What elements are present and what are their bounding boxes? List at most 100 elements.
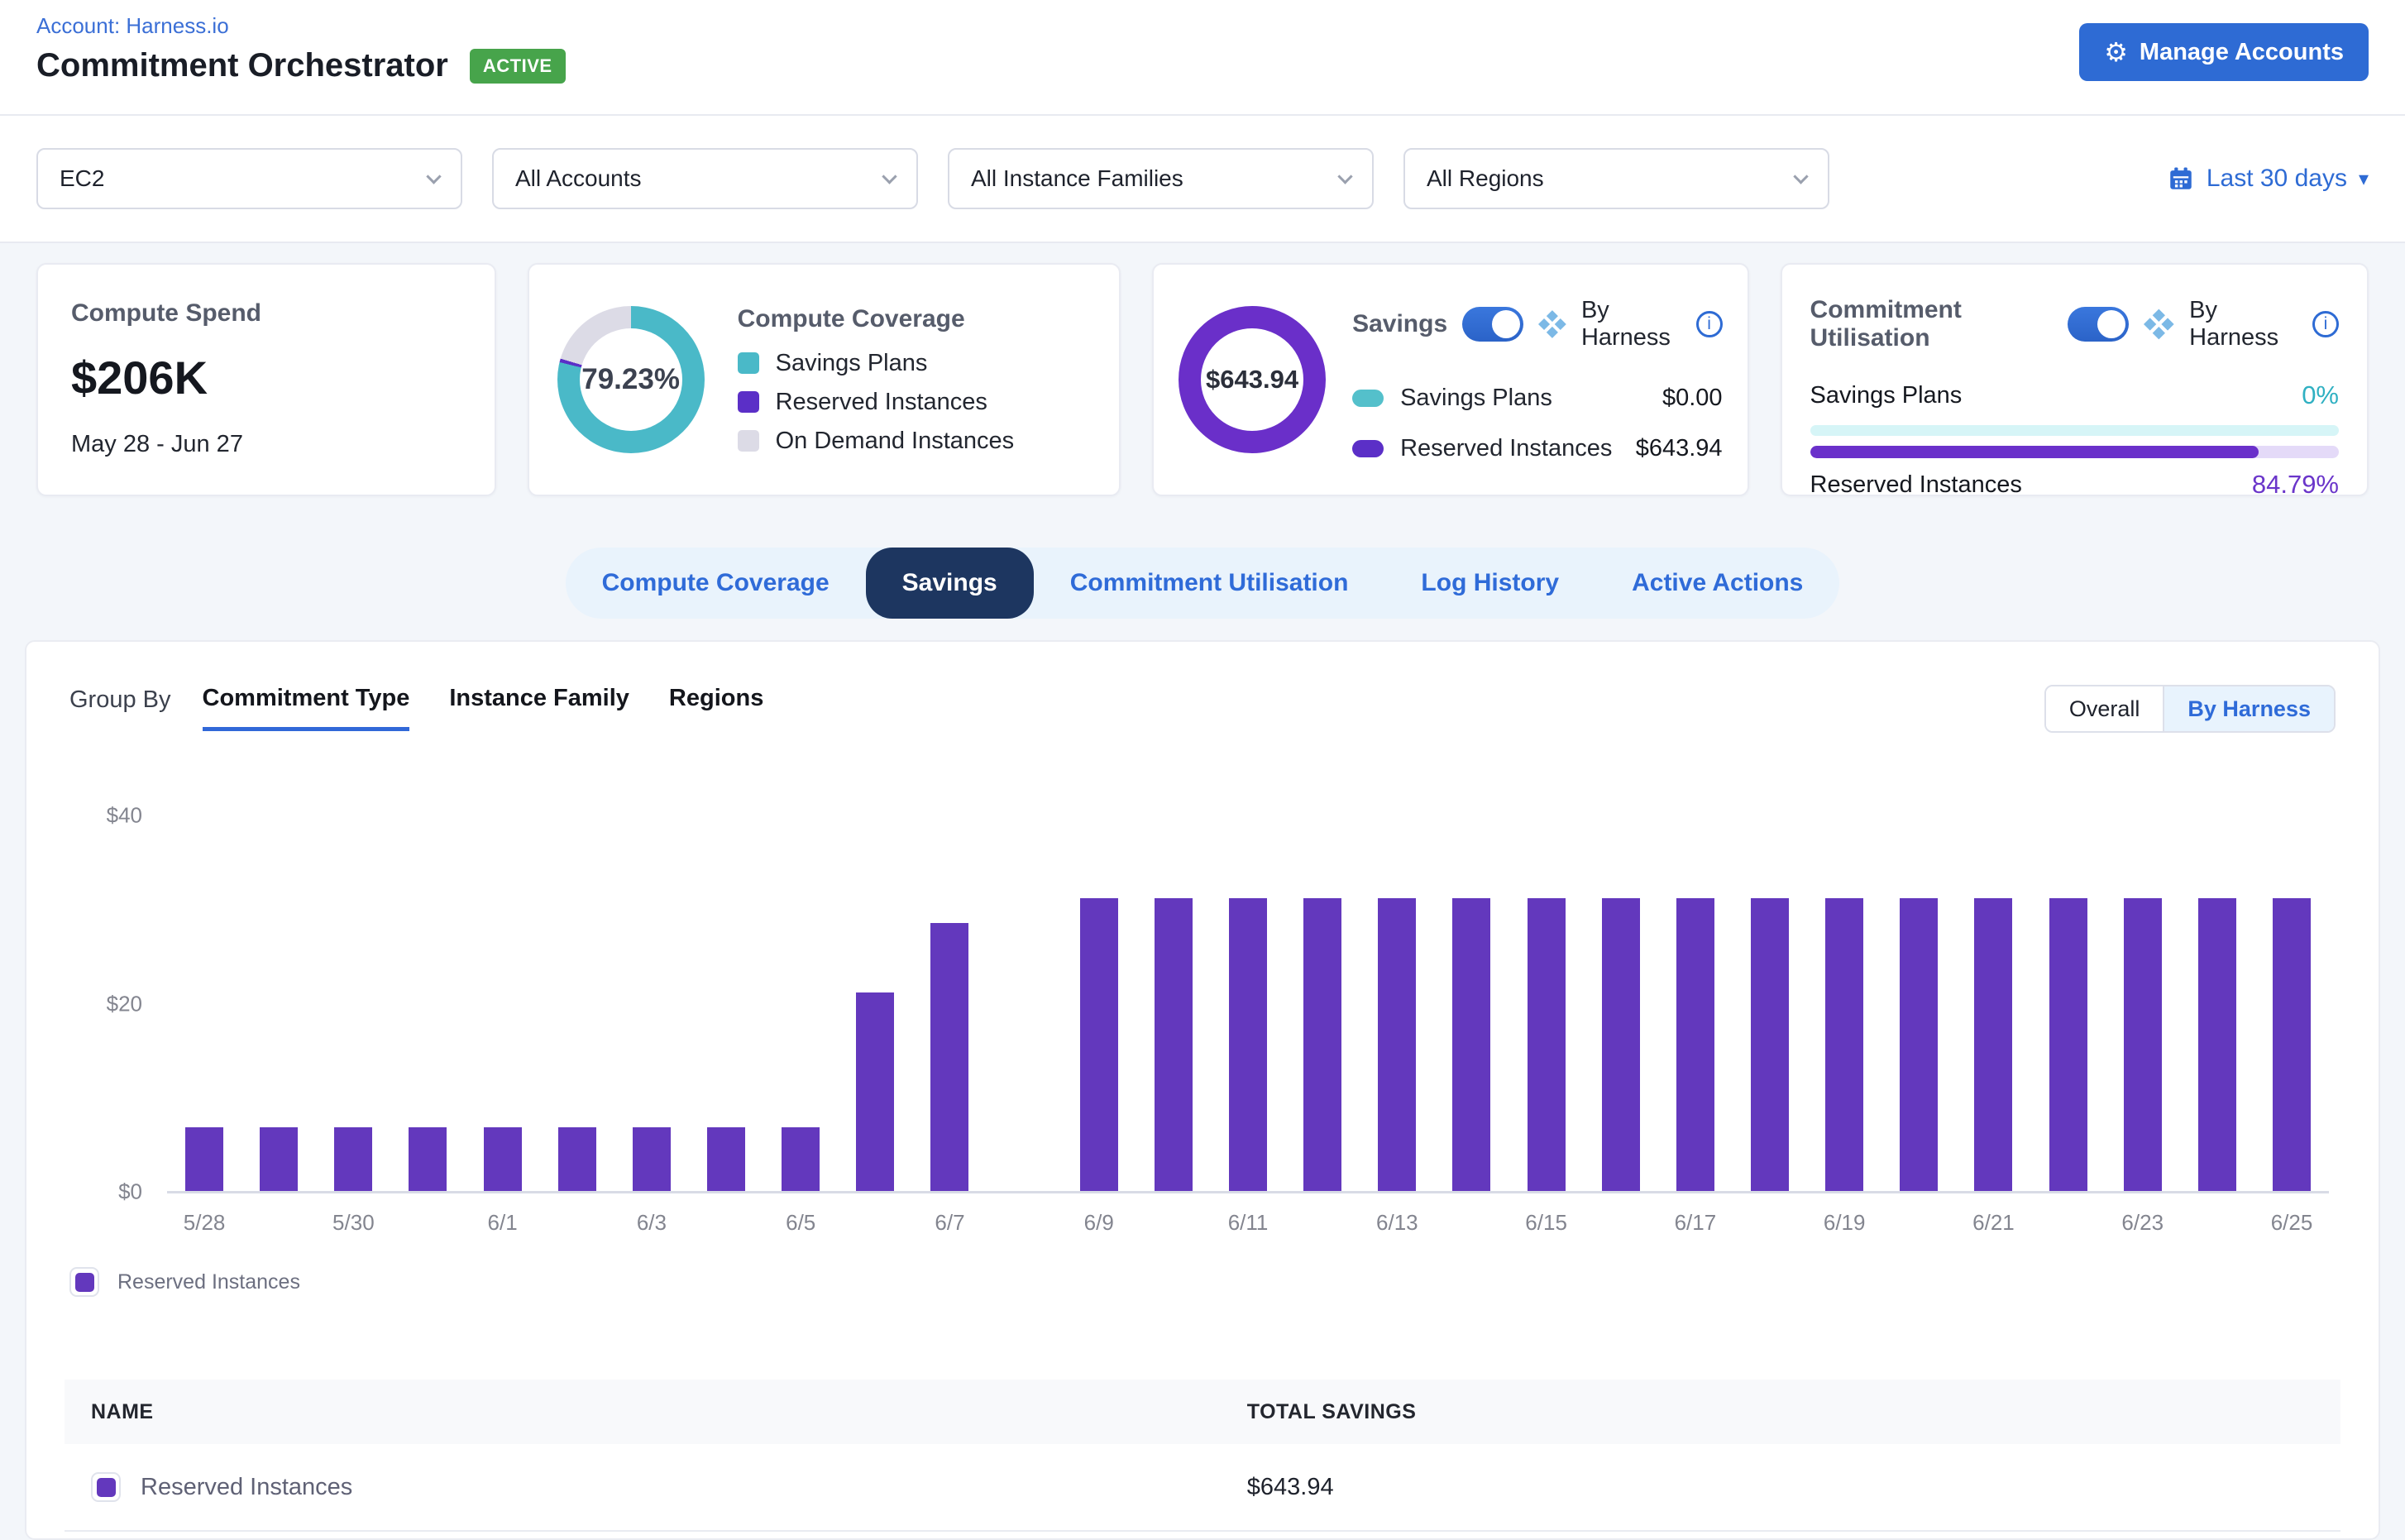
chart-bar[interactable] [1229,898,1267,1192]
x-axis-tick: 5/30 [316,1210,390,1236]
x-axis-tick [1881,1210,1956,1236]
tab-log-history[interactable]: Log History [1384,548,1595,619]
tab-commitment-utilisation[interactable]: Commitment Utilisation [1034,548,1385,619]
view-toggle-by-harness[interactable]: By Harness [2163,686,2334,731]
x-axis-tick [540,1210,614,1236]
chevron-down-icon [882,169,896,184]
chart-slot [2180,815,2254,1192]
chart-bar[interactable] [1974,898,2012,1192]
legend-checkbox[interactable] [69,1267,99,1297]
compute-coverage-card: 79.23% Compute Coverage Savings PlansRes… [528,263,1121,496]
savings-total: $643.94 [1206,365,1298,395]
tab-savings[interactable]: Savings [866,548,1034,619]
manage-accounts-label: Manage Accounts [2140,39,2344,66]
chart-bar[interactable] [2124,898,2162,1192]
chart-bar[interactable] [185,1127,223,1192]
reserved-instances-progress-bar [1810,446,2339,458]
chart-bar[interactable] [409,1127,447,1192]
calendar-icon [2167,165,2195,193]
chart-bar[interactable] [484,1127,522,1192]
savings-title: Savings [1352,310,1447,338]
harness-logo-icon [1538,307,1566,342]
x-axis-tick [1285,1210,1360,1236]
summary-cards: Compute Spend $206K May 28 - Jun 27 79.2… [36,263,2369,496]
group-by-row: Group By Commitment TypeInstance FamilyR… [26,642,2379,733]
chart-bar[interactable] [1303,898,1341,1192]
chart-bar[interactable] [930,923,968,1192]
x-axis-tick [987,1210,1062,1236]
chart-slot [1584,815,1658,1192]
commitment-utilisation-title: Commitment Utilisation [1810,296,2054,352]
chart-bar[interactable] [260,1127,298,1192]
savings-donut: $643.94 [1179,306,1326,453]
manage-accounts-button[interactable]: ⚙ Manage Accounts [2079,23,2369,81]
chevron-down-icon [1337,169,1352,184]
chart-slot [466,815,540,1192]
info-icon[interactable]: i [2312,311,2339,337]
chevron-down-icon [1793,169,1808,184]
chart-bar[interactable] [1751,898,1789,1192]
filter-dropdown-all-accounts[interactable]: All Accounts [492,148,918,209]
x-axis-tick: 6/19 [1807,1210,1881,1236]
x-axis-tick [2180,1210,2254,1236]
compute-coverage-donut: 79.23% [557,306,705,453]
chart-bar[interactable] [782,1127,820,1192]
savings-bar-chart: $0$20$40 5/285/306/16/36/56/76/96/116/13… [76,815,2345,1236]
row-checkbox[interactable] [91,1472,121,1502]
tab-compute-coverage[interactable]: Compute Coverage [566,548,866,619]
group-by-regions[interactable]: Regions [669,685,763,731]
chart-bar[interactable] [1452,898,1490,1192]
savings-table: NAME TOTAL SAVINGS Reserved Instances$64… [65,1380,2340,1532]
x-axis-tick: 6/25 [2254,1210,2329,1236]
x-axis-tick [390,1210,465,1236]
chart-bar[interactable] [1378,898,1416,1192]
chart-slot [1658,815,1733,1192]
filter-dropdown-all-instance-families[interactable]: All Instance Families [948,148,1374,209]
filter-dropdown-ec2[interactable]: EC2 [36,148,462,209]
chart-bar[interactable] [856,992,894,1192]
x-axis-tick [1584,1210,1658,1236]
group-by-commitment-type[interactable]: Commitment Type [203,685,410,731]
chart-slot [1434,815,1509,1192]
chart-bar[interactable] [334,1127,372,1192]
commitment-utilisation-card: Commitment Utilisation By Harness i Savi… [1781,263,2369,496]
chart-bar[interactable] [1080,898,1118,1192]
view-toggle-overall[interactable]: Overall [2046,686,2164,731]
caret-down-icon: ▾ [2359,167,2369,191]
chart-bar[interactable] [1602,898,1640,1192]
chart-bar[interactable] [1825,898,1863,1192]
savings-legend-row: Reserved Instances$643.94 [1352,435,1722,462]
compute-coverage-percent: 79.23% [557,306,705,453]
chart-slot [1509,815,1584,1192]
savings-row-label: Savings Plans [1400,385,1552,412]
legend-swatch [738,391,759,413]
tab-active-actions[interactable]: Active Actions [1595,548,1839,619]
chart-bar[interactable] [1676,898,1714,1192]
utilisation-by-harness-toggle[interactable] [2068,307,2129,342]
table-header-name: NAME [91,1400,1247,1424]
legend-label: Reserved Instances [117,1270,300,1294]
x-axis-tick: 6/17 [1658,1210,1733,1236]
x-axis-tick: 6/9 [1062,1210,1136,1236]
y-axis-tick: $0 [76,1179,142,1205]
chart-bar[interactable] [558,1127,596,1192]
chart-bar[interactable] [1900,898,1938,1192]
y-axis-tick: $20 [76,991,142,1016]
chart-bar[interactable] [2273,898,2311,1192]
chart-bar[interactable] [633,1127,671,1192]
date-range-picker[interactable]: Last 30 days ▾ [2167,165,2369,193]
info-icon[interactable]: i [1696,311,1723,337]
chart-bar[interactable] [1155,898,1193,1192]
chart-bar[interactable] [707,1127,745,1192]
chart-slot [1956,815,2030,1192]
group-by-instance-family[interactable]: Instance Family [449,685,629,731]
savings-by-harness-toggle[interactable] [1462,307,1523,342]
coverage-legend-item: On Demand Instances [738,428,1015,455]
x-axis-tick: 6/15 [1509,1210,1584,1236]
chart-bar[interactable] [2198,898,2236,1192]
account-link[interactable]: Account: Harness.io [36,0,229,39]
filter-dropdown-all-regions[interactable]: All Regions [1403,148,1829,209]
x-axis-tick [1136,1210,1211,1236]
chart-bar[interactable] [1528,898,1566,1192]
chart-bar[interactable] [2049,898,2087,1192]
